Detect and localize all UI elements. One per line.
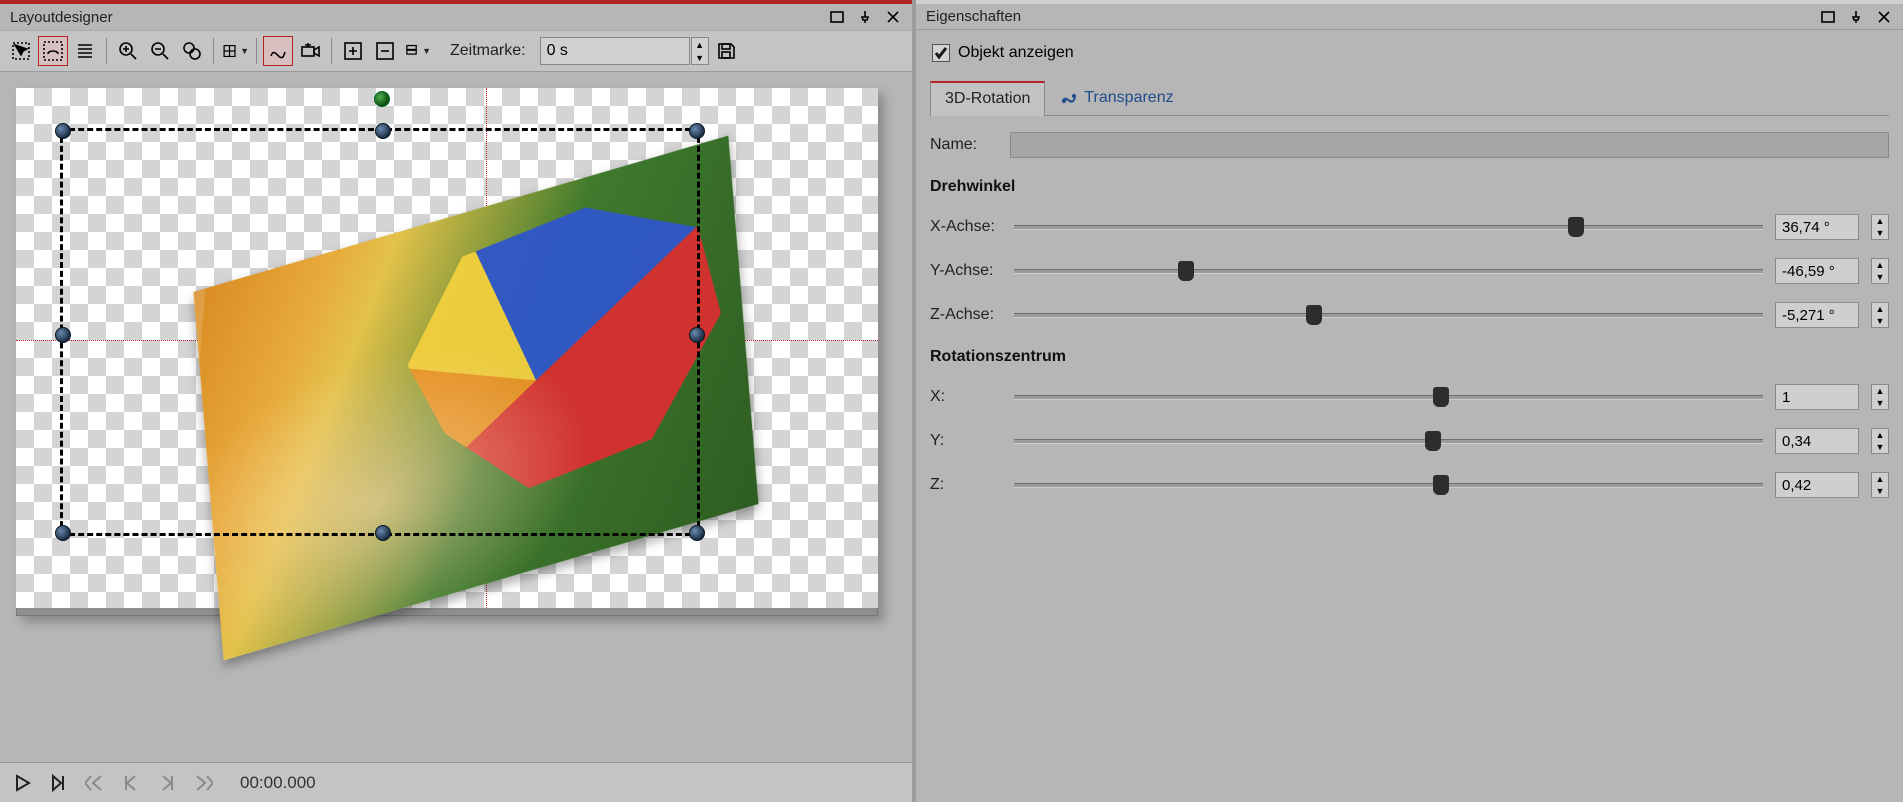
play-icon[interactable]: [10, 770, 36, 796]
rotation-handle[interactable]: [374, 91, 390, 107]
center-y-value[interactable]: 0,34: [1775, 428, 1859, 454]
z-angle-row: Z-Achse: -5,271 ° ▲▼: [930, 302, 1889, 328]
add-frame-icon[interactable]: [338, 36, 368, 66]
center-y-spinner[interactable]: ▲▼: [1871, 428, 1889, 454]
name-input[interactable]: [1010, 132, 1889, 158]
y-angle-row: Y-Achse: -46,59 ° ▲▼: [930, 258, 1889, 284]
path-tool-icon[interactable]: [263, 36, 293, 66]
angle-section-header: Drehwinkel: [930, 178, 1889, 196]
name-row: Name:: [930, 132, 1889, 158]
zoom-out-icon[interactable]: [145, 36, 175, 66]
property-tabs: 3D-Rotation Transparenz: [930, 80, 1889, 116]
selection-box[interactable]: [60, 128, 700, 536]
show-object-label: Objekt anzeigen: [958, 44, 1074, 62]
properties-panel: Eigenschaften Objekt anzeigen 3D-Rotatio…: [912, 0, 1903, 802]
handle-ne[interactable]: [689, 123, 705, 139]
center-x-value[interactable]: 1: [1775, 384, 1859, 410]
x-angle-spinner[interactable]: ▲▼: [1871, 214, 1889, 240]
layout-toolbar: Zeitmarke: 0 s ▲▼: [0, 30, 912, 72]
x-angle-value[interactable]: 36,74 °: [1775, 214, 1859, 240]
handle-e[interactable]: [689, 327, 705, 343]
center-y-label: Y:: [930, 432, 1002, 450]
z-angle-spinner[interactable]: ▲▼: [1871, 302, 1889, 328]
close-icon[interactable]: [882, 6, 904, 28]
center-z-spinner[interactable]: ▲▼: [1871, 472, 1889, 498]
z-angle-value[interactable]: -5,271 °: [1775, 302, 1859, 328]
z-angle-slider[interactable]: [1014, 306, 1763, 324]
canvas-area: [0, 72, 912, 762]
z-angle-label: Z-Achse:: [930, 306, 1002, 324]
layers-dropdown-icon[interactable]: [402, 36, 432, 66]
close-icon[interactable]: [1873, 6, 1895, 28]
zeitmarke-input[interactable]: 0 s: [540, 37, 690, 65]
tab-transparency-label: Transparenz: [1084, 89, 1173, 107]
center-x-label: X:: [930, 388, 1002, 406]
next-frame-icon[interactable]: [154, 770, 180, 796]
pin-icon[interactable]: [1845, 6, 1867, 28]
center-z-label: Z:: [930, 476, 1002, 494]
skip-end-icon[interactable]: [190, 770, 216, 796]
show-object-row: Objekt anzeigen: [930, 40, 1889, 72]
center-y-row: Y: 0,34 ▲▼: [930, 428, 1889, 454]
y-angle-spinner[interactable]: ▲▼: [1871, 258, 1889, 284]
tab-transparency[interactable]: Transparenz: [1045, 80, 1188, 115]
center-x-slider[interactable]: [1014, 388, 1763, 406]
grid-dropdown-icon[interactable]: [220, 36, 250, 66]
playback-bar: 00:00.000: [0, 762, 912, 802]
handle-se[interactable]: [689, 525, 705, 541]
handle-sw[interactable]: [55, 525, 71, 541]
camera-tool-icon[interactable]: [295, 36, 325, 66]
x-angle-label: X-Achse:: [930, 218, 1002, 236]
select-tool-icon[interactable]: [6, 36, 36, 66]
zeitmarke-value: 0 s: [547, 42, 568, 60]
center-z-row: Z: 0,42 ▲▼: [930, 472, 1889, 498]
handle-n[interactable]: [375, 123, 391, 139]
center-section-header: Rotationszentrum: [930, 348, 1889, 366]
handle-nw[interactable]: [55, 123, 71, 139]
layout-designer-panel: Layoutdesigner Zeitmarke: 0 s ▲▼: [0, 0, 912, 802]
pin-icon[interactable]: [854, 6, 876, 28]
list-tool-icon[interactable]: [70, 36, 100, 66]
properties-titlebar: Eigenschaften: [916, 0, 1903, 30]
canvas[interactable]: [16, 88, 878, 608]
zeitmarke-label: Zeitmarke:: [444, 30, 532, 72]
prev-frame-icon[interactable]: [118, 770, 144, 796]
save-icon[interactable]: [711, 36, 741, 66]
skip-start-icon[interactable]: [82, 770, 108, 796]
name-label: Name:: [930, 136, 1000, 154]
maximize-icon[interactable]: [826, 6, 848, 28]
tab-3d-rotation[interactable]: 3D-Rotation: [930, 81, 1045, 116]
remove-frame-icon[interactable]: [370, 36, 400, 66]
zeitmarke-spinner[interactable]: ▲▼: [691, 37, 709, 65]
tab-3d-rotation-label: 3D-Rotation: [945, 90, 1030, 108]
transparency-icon: [1060, 89, 1078, 107]
play-step-icon[interactable]: [46, 770, 72, 796]
layout-title: Layoutdesigner: [10, 9, 113, 26]
handle-w[interactable]: [55, 327, 71, 343]
center-z-value[interactable]: 0,42: [1775, 472, 1859, 498]
x-angle-row: X-Achse: 36,74 ° ▲▼: [930, 214, 1889, 240]
handle-s[interactable]: [375, 525, 391, 541]
show-object-checkbox[interactable]: [932, 44, 950, 62]
center-x-row: X: 1 ▲▼: [930, 384, 1889, 410]
properties-title: Eigenschaften: [926, 8, 1021, 25]
center-x-spinner[interactable]: ▲▼: [1871, 384, 1889, 410]
maximize-icon[interactable]: [1817, 6, 1839, 28]
layout-titlebar: Layoutdesigner: [0, 0, 912, 30]
center-z-slider[interactable]: [1014, 476, 1763, 494]
lasso-tool-icon[interactable]: [38, 36, 68, 66]
playback-time: 00:00.000: [240, 773, 316, 793]
y-angle-value[interactable]: -46,59 °: [1775, 258, 1859, 284]
center-y-slider[interactable]: [1014, 432, 1763, 450]
y-angle-slider[interactable]: [1014, 262, 1763, 280]
x-angle-slider[interactable]: [1014, 218, 1763, 236]
zoom-in-icon[interactable]: [113, 36, 143, 66]
y-angle-label: Y-Achse:: [930, 262, 1002, 280]
zoom-fit-icon[interactable]: [177, 36, 207, 66]
